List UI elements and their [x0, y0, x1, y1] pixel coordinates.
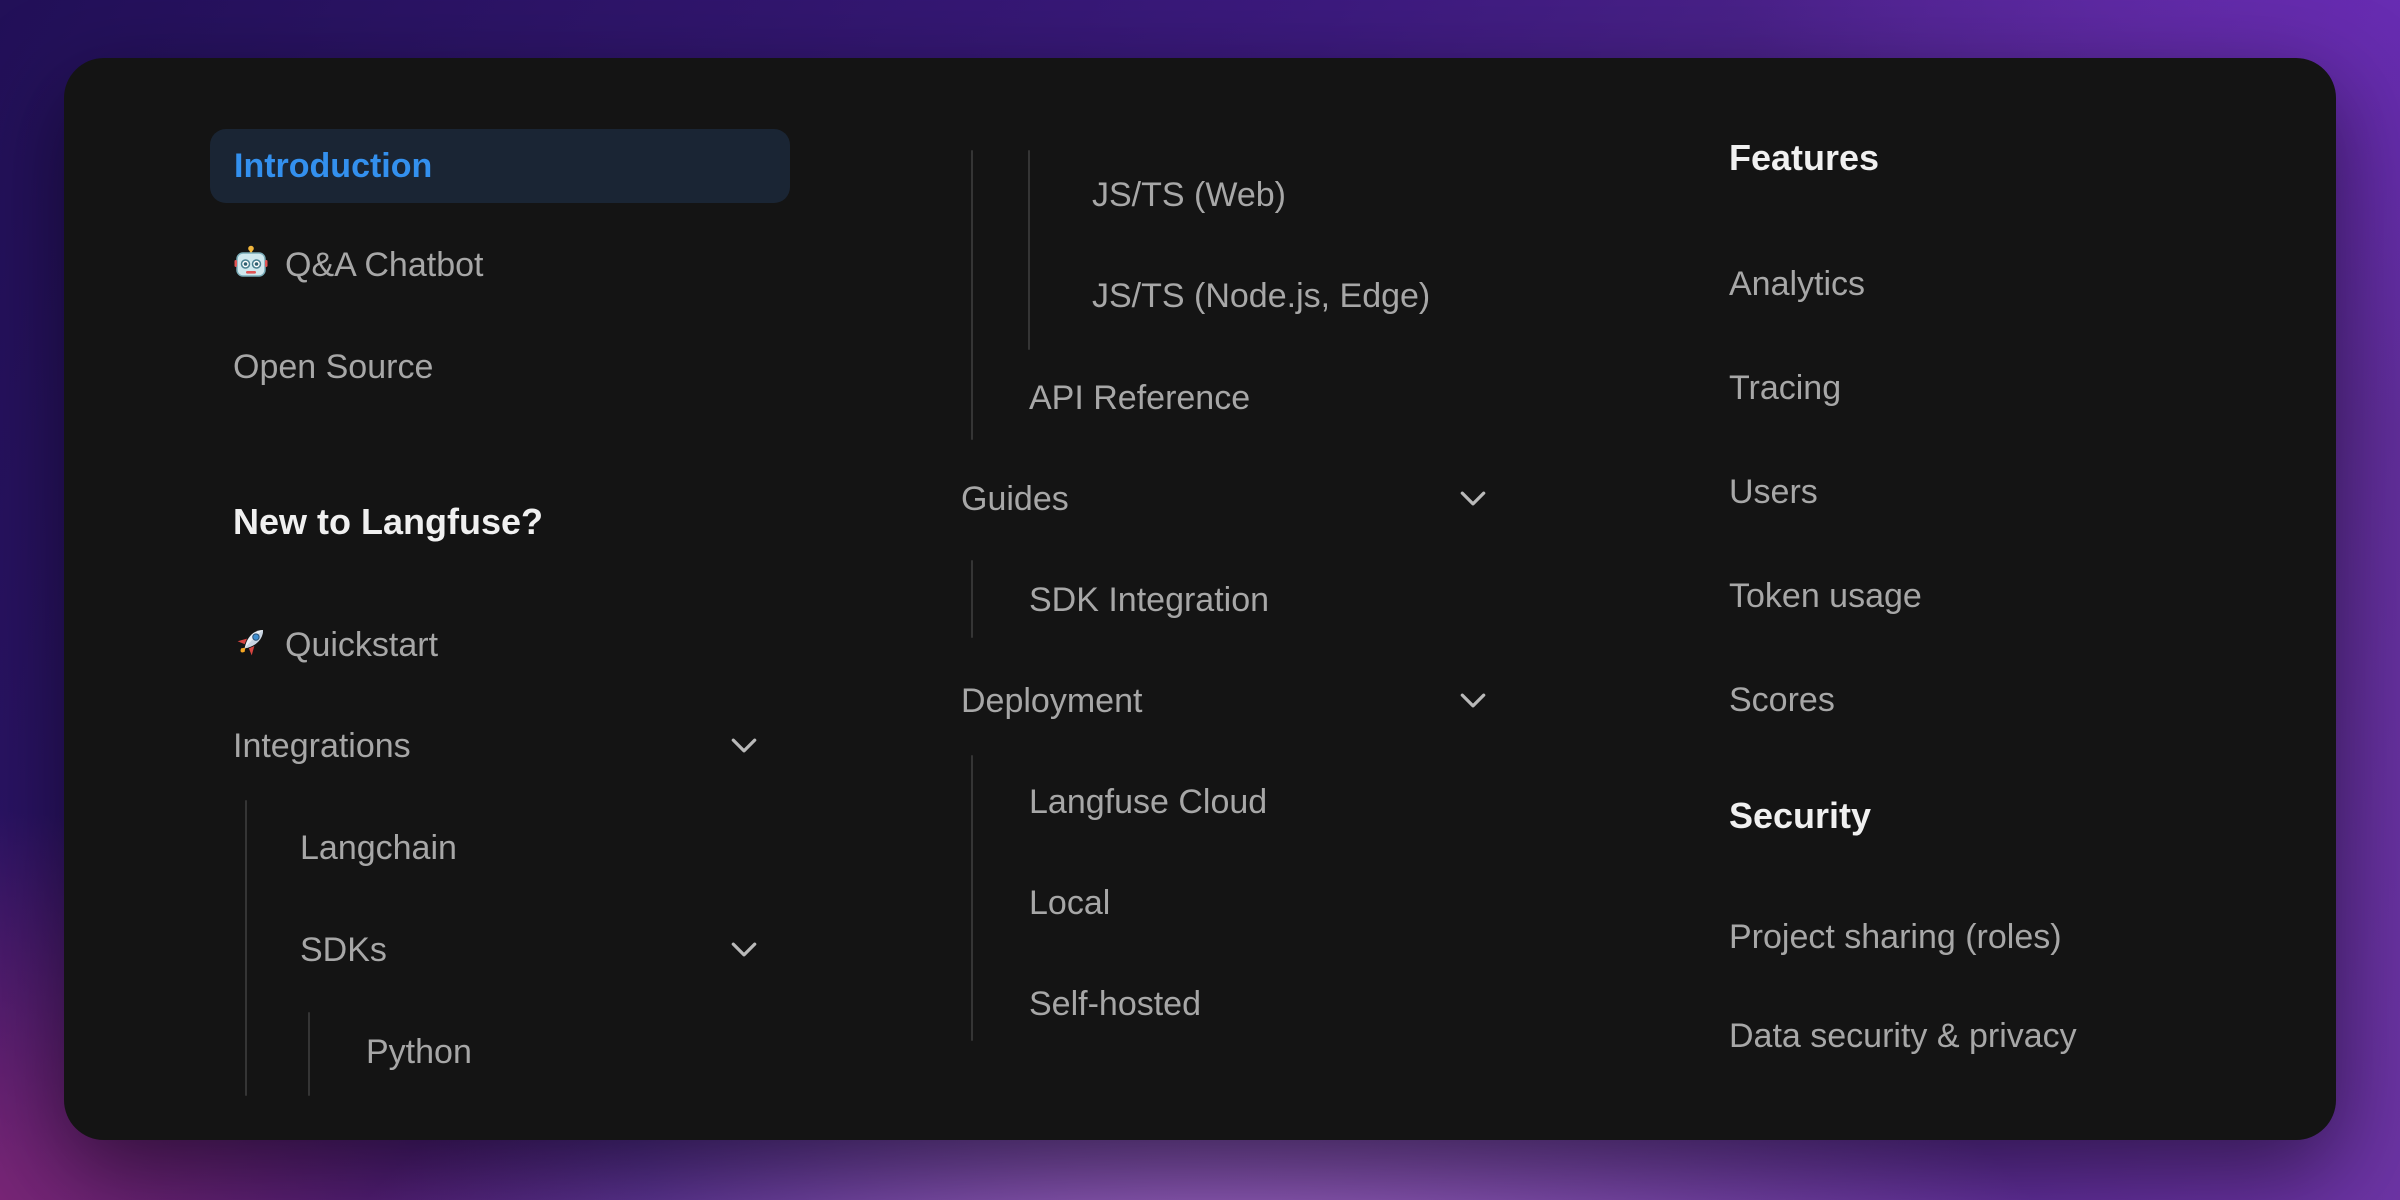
section-header-label: Features — [1729, 136, 1880, 178]
section-header-security: Security — [1729, 765, 1871, 866]
chevron-down-icon — [731, 738, 757, 753]
nav-item-sdk-integration[interactable]: SDK Integration — [1029, 549, 1269, 650]
nav-item-label: Quickstart — [285, 625, 439, 664]
nesting-guide-line — [971, 150, 973, 440]
nav-item-label: SDKs — [300, 930, 387, 969]
nav-item-label: Langchain — [300, 828, 457, 867]
nav-item-deployment[interactable]: Deployment — [961, 650, 1486, 751]
nav-item-users[interactable]: Users — [1729, 441, 1818, 542]
nav-item-sdks[interactable]: SDKs — [300, 899, 757, 1000]
nav-item-scores[interactable]: Scores — [1729, 649, 1835, 750]
nesting-guide-line — [245, 800, 247, 1096]
chevron-down-icon — [731, 942, 757, 957]
nav-item-label: Tracing — [1729, 368, 1842, 407]
nav-item-langchain[interactable]: Langchain — [300, 797, 457, 898]
nav-item-label: Self-hosted — [1029, 984, 1201, 1023]
nav-item-label: Local — [1029, 883, 1111, 922]
nesting-guide-line — [1028, 150, 1030, 350]
nav-item-self-hosted[interactable]: Self-hosted — [1029, 953, 1201, 1054]
chevron-down-icon — [1460, 693, 1486, 708]
nav-item-label: Langfuse Cloud — [1029, 782, 1268, 821]
nesting-guide-line — [308, 1012, 310, 1096]
nav-item-label: Data security & privacy — [1729, 1016, 2077, 1055]
nav-item-label: Project sharing (roles) — [1729, 917, 2062, 956]
nav-item-token-usage[interactable]: Token usage — [1729, 545, 1922, 646]
nav-item-project-sharing[interactable]: Project sharing (roles) — [1729, 886, 2062, 987]
rocket-emoji-icon — [233, 624, 269, 666]
section-header-label: Security — [1729, 794, 1872, 836]
nav-item-guides[interactable]: Guides — [961, 448, 1486, 549]
nav-item-local[interactable]: Local — [1029, 852, 1110, 953]
nav-item-qa-chatbot[interactable]: Q&A Chatbot — [233, 214, 483, 315]
screenshot-canvas: Introduction Q&A Chatbot Open Source New… — [0, 0, 2400, 1200]
nav-item-label: Token usage — [1729, 576, 1922, 615]
nav-item-data-security-privacy[interactable]: Data security & privacy — [1729, 985, 2077, 1086]
nav-item-label: Q&A Chatbot — [285, 245, 484, 284]
nav-item-integrations[interactable]: Integrations — [233, 695, 757, 796]
nav-item-langfuse-cloud[interactable]: Langfuse Cloud — [1029, 751, 1267, 852]
nav-item-label: Introduction — [234, 147, 433, 185]
nav-item-label: Deployment — [961, 681, 1143, 720]
nav-item-label: Python — [366, 1032, 472, 1071]
nav-item-label: Guides — [961, 479, 1069, 518]
nav-item-quickstart[interactable]: Quickstart — [233, 594, 438, 695]
chevron-down-icon — [1460, 491, 1486, 506]
nav-item-label: API Reference — [1029, 378, 1251, 417]
nav-item-jsts-node-edge[interactable]: JS/TS (Node.js, Edge) — [1092, 245, 1430, 346]
nav-item-api-reference[interactable]: API Reference — [1029, 347, 1250, 448]
nav-item-label: JS/TS (Web) — [1092, 175, 1286, 214]
nav-item-jsts-web[interactable]: JS/TS (Web) — [1092, 144, 1286, 245]
nesting-guide-line — [971, 560, 973, 638]
section-header-label: New to Langfuse? — [233, 500, 544, 542]
nav-item-tracing[interactable]: Tracing — [1729, 337, 1841, 438]
nav-item-label: Users — [1729, 472, 1818, 511]
nav-item-python[interactable]: Python — [366, 1001, 472, 1102]
nav-item-analytics[interactable]: Analytics — [1729, 233, 1865, 334]
nesting-guide-line — [971, 755, 973, 1041]
nav-item-label: SDK Integration — [1029, 580, 1270, 619]
section-header-features: Features — [1729, 107, 1879, 208]
section-header-new-to-langfuse: New to Langfuse? — [233, 471, 543, 572]
nav-item-label: Analytics — [1729, 264, 1866, 303]
nav-item-label: Integrations — [233, 726, 411, 765]
nav-item-label: Scores — [1729, 680, 1835, 719]
nav-item-introduction[interactable]: Introduction — [210, 129, 790, 203]
nav-item-label: JS/TS (Node.js, Edge) — [1092, 276, 1431, 315]
nav-item-open-source[interactable]: Open Source — [233, 316, 433, 417]
nav-item-label: Open Source — [233, 347, 434, 386]
robot-emoji-icon — [233, 244, 269, 286]
